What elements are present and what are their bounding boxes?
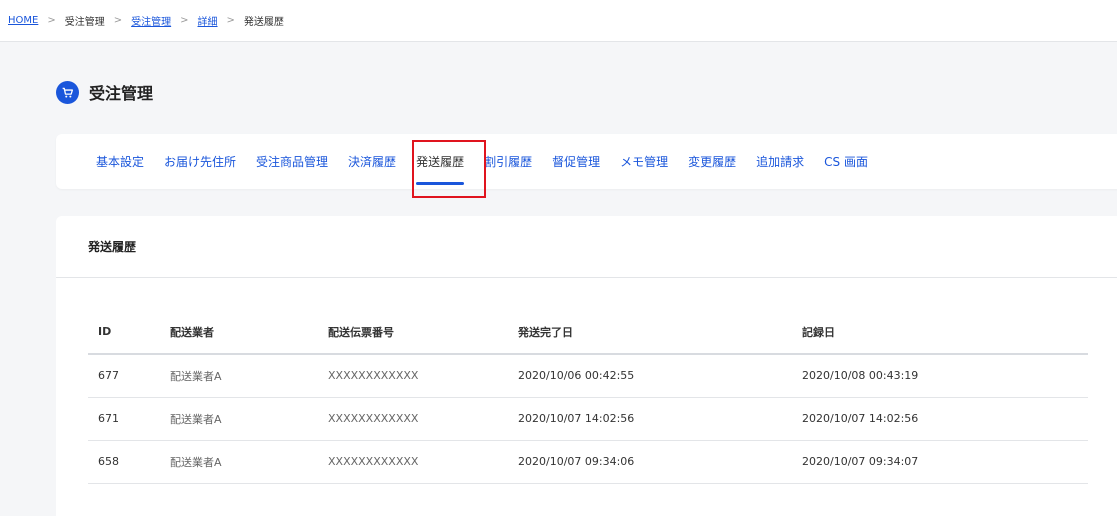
- breadcrumb-separator: >: [226, 15, 235, 26]
- breadcrumb-order-management: 受注管理: [64, 17, 105, 28]
- cell-tracking-number: XXXXXXXXXXXX: [318, 440, 508, 484]
- card-title: 発送履歴: [88, 240, 137, 254]
- tab-shipping-history[interactable]: 発送履歴: [416, 134, 465, 189]
- breadcrumb-current: 発送履歴: [243, 17, 284, 28]
- cell-id: 671: [88, 397, 160, 441]
- tab-additional-billing[interactable]: 追加請求: [756, 134, 804, 189]
- tab-payment-history[interactable]: 決済履歴: [348, 134, 396, 189]
- tab-order-items[interactable]: 受注商品管理: [256, 134, 328, 189]
- breadcrumb: HOME > 受注管理 > 受注管理 > 詳細 > 発送履歴: [0, 0, 1117, 42]
- column-header-id: ID: [88, 310, 160, 355]
- page-header: 受注管理: [56, 79, 153, 105]
- page-title: 受注管理: [89, 84, 154, 103]
- active-tab-indicator: [416, 182, 465, 185]
- cell-shipped-date: 2020/10/07 09:34:06: [508, 440, 792, 484]
- shipping-history-card: 発送履歴 ID 配送業者 配送伝票番号 発送完了日 記録日 677 配送業者A …: [56, 216, 1117, 516]
- tab-cs-screen[interactable]: CS 画面: [824, 134, 868, 189]
- shipping-history-table: ID 配送業者 配送伝票番号 発送完了日 記録日 677 配送業者A XXXXX…: [88, 310, 1088, 484]
- tab-basic-settings[interactable]: 基本設定: [96, 134, 144, 189]
- tab-delivery-address[interactable]: お届け先住所: [164, 134, 236, 189]
- breadcrumb-detail-link[interactable]: 詳細: [198, 13, 218, 28]
- tab-discount-history[interactable]: 割引履歴: [484, 134, 532, 189]
- column-header-tracking-number: 配送伝票番号: [318, 310, 508, 355]
- breadcrumb-separator: >: [180, 15, 189, 26]
- column-header-recorded-date: 記録日: [792, 310, 1088, 355]
- table-row: 671 配送業者A XXXXXXXXXXXX 2020/10/07 14:02:…: [88, 397, 1088, 441]
- cart-icon: [56, 80, 79, 104]
- tab-shipping-history-label: 発送履歴: [416, 155, 465, 169]
- table-header-row: ID 配送業者 配送伝票番号 発送完了日 記録日: [88, 310, 1088, 355]
- cell-id: 658: [88, 440, 160, 484]
- cell-recorded-date: 2020/10/08 00:43:19: [792, 354, 1088, 398]
- tab-memo[interactable]: メモ管理: [620, 134, 668, 189]
- breadcrumb-home[interactable]: HOME: [8, 15, 38, 26]
- table-row: 677 配送業者A XXXXXXXXXXXX 2020/10/06 00:42:…: [88, 354, 1088, 398]
- cell-recorded-date: 2020/10/07 09:34:07: [792, 440, 1088, 484]
- breadcrumb-separator: >: [47, 15, 56, 26]
- column-header-shipped-date: 発送完了日: [508, 310, 792, 355]
- tab-bar: 基本設定 お届け先住所 受注商品管理 決済履歴 発送履歴 割引履歴 督促管理 メ…: [56, 134, 1117, 189]
- table-row: 658 配送業者A XXXXXXXXXXXX 2020/10/07 09:34:…: [88, 440, 1088, 484]
- cell-recorded-date: 2020/10/07 14:02:56: [792, 397, 1088, 441]
- cell-tracking-number: XXXXXXXXXXXX: [318, 354, 508, 398]
- tab-dunning[interactable]: 督促管理: [552, 134, 600, 189]
- cell-id: 677: [88, 354, 160, 398]
- cell-carrier: 配送業者A: [160, 397, 318, 441]
- cell-shipped-date: 2020/10/06 00:42:55: [508, 354, 792, 398]
- cell-tracking-number: XXXXXXXXXXXX: [318, 397, 508, 441]
- tab-change-history[interactable]: 変更履歴: [688, 134, 736, 189]
- card-header: 発送履歴: [56, 216, 1117, 278]
- breadcrumb-order-management-link[interactable]: 受注管理: [131, 13, 171, 28]
- breadcrumb-separator: >: [113, 15, 123, 26]
- cell-shipped-date: 2020/10/07 14:02:56: [508, 397, 792, 441]
- cell-carrier: 配送業者A: [160, 440, 318, 484]
- column-header-carrier: 配送業者: [160, 310, 318, 355]
- cell-carrier: 配送業者A: [160, 354, 318, 398]
